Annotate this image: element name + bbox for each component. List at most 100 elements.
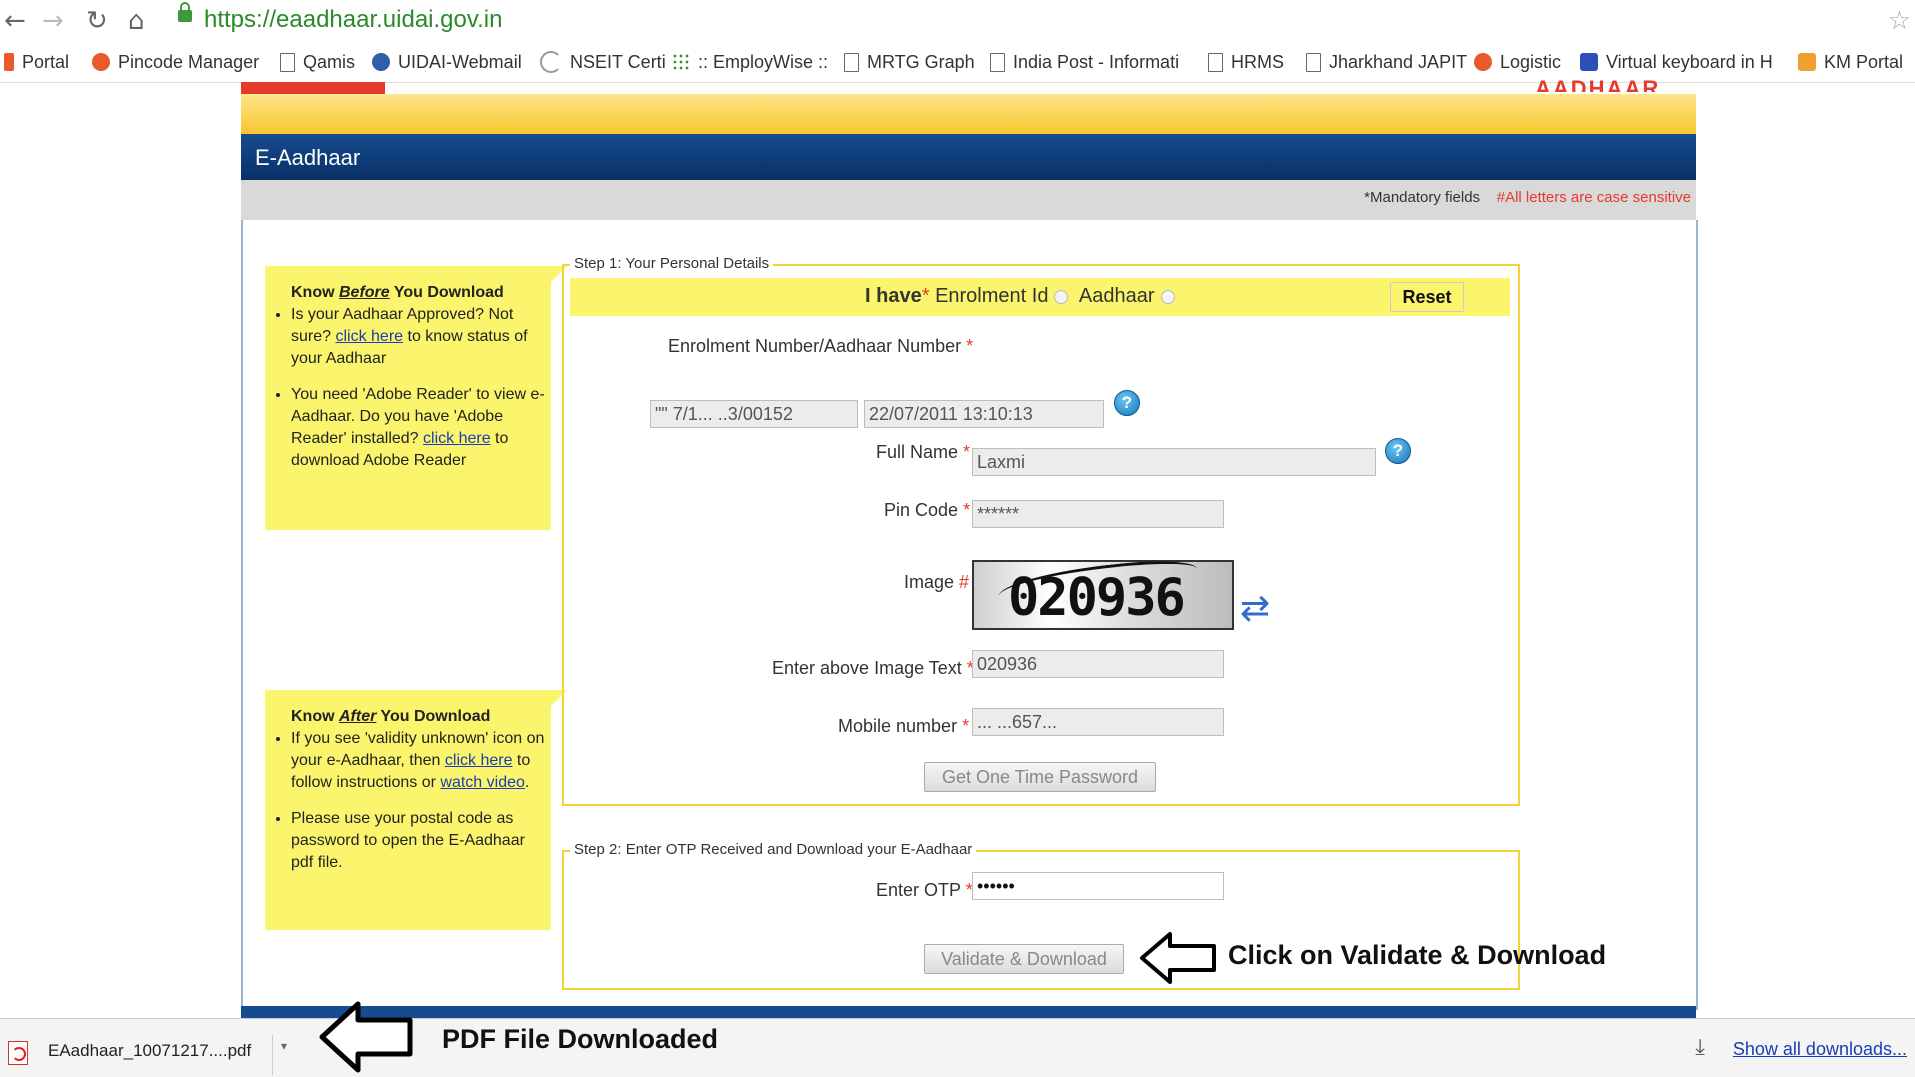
step1-legend: Step 1: Your Personal Details xyxy=(570,255,774,272)
bookmark-label: Portal xyxy=(22,51,70,72)
bookmark-km-portal[interactable]: KM Portal xyxy=(1798,50,1903,74)
orange-circle-icon xyxy=(1474,53,1492,71)
know-after-box: Know After You Download If you see 'vali… xyxy=(265,690,567,930)
dots-icon xyxy=(672,53,690,71)
mandatory-fields-text: *Mandatory fields xyxy=(1364,189,1481,206)
enrolment-datetime-input[interactable]: 22/07/2011 13:10:13 xyxy=(864,400,1104,428)
validity-instructions-link[interactable]: click here xyxy=(445,752,513,769)
bookmark-label: HRMS xyxy=(1231,51,1284,72)
validate-download-button[interactable]: Validate & Download xyxy=(924,944,1124,974)
id-type-selector: I have* Enrolment Id Aadhaar xyxy=(865,285,1181,308)
mobile-number-input[interactable]: ... ...657... xyxy=(972,708,1224,736)
blue-drop-icon xyxy=(372,53,390,71)
enrolment-id-label: Enrolment Id xyxy=(935,285,1049,307)
bookmark-label: India Post - Informati xyxy=(1013,51,1180,72)
url-field[interactable]: https://eaadhaar.uidai.gov.in xyxy=(204,6,502,34)
reset-button[interactable]: Reset xyxy=(1390,282,1464,312)
know-after-item: Please use your postal code as password … xyxy=(291,808,551,874)
enrolment-number-label: Enrolment Number/Aadhaar Number * xyxy=(668,336,974,356)
full-name-label: Full Name * xyxy=(876,442,971,462)
case-sensitive-text: #All letters are case sensitive xyxy=(1496,189,1691,206)
page-icon xyxy=(280,52,295,72)
loading-icon xyxy=(540,51,562,73)
step2-legend: Step 2: Enter OTP Received and Download … xyxy=(570,841,977,858)
mandatory-note: *Mandatory fields #All letters are case … xyxy=(1364,189,1691,206)
aadhaar-label: Aadhaar xyxy=(1078,285,1155,307)
full-name-input[interactable]: Laxmi xyxy=(972,448,1376,476)
bookmark-qamis[interactable]: Qamis xyxy=(280,50,355,74)
bookmark-label: Logistic xyxy=(1500,51,1562,72)
back-icon[interactable]: ← xyxy=(4,6,26,36)
bookmark-label: Qamis xyxy=(303,51,356,72)
arrow-left-icon xyxy=(1140,932,1216,984)
header-banner xyxy=(241,94,1696,134)
bookmark-star-icon[interactable]: ☆ xyxy=(1888,6,1911,36)
title-bar: E-Aadhaar xyxy=(241,134,1696,180)
bookmark-label: KM Portal xyxy=(1824,51,1904,72)
watch-video-link[interactable]: watch video xyxy=(440,774,525,791)
bookmark-hrms[interactable]: HRMS xyxy=(1208,50,1284,74)
know-before-item: Is your Aadhaar Approved? Not sure? clic… xyxy=(291,304,551,370)
refresh-captcha-icon[interactable]: ⇄ xyxy=(1240,588,1270,629)
lock-icon xyxy=(178,2,192,22)
portal-icon xyxy=(4,53,14,71)
get-otp-button[interactable]: Get One Time Password xyxy=(924,762,1156,792)
page-title: E-Aadhaar xyxy=(255,145,361,170)
pin-code-label: Pin Code * xyxy=(884,500,971,520)
adobe-reader-link[interactable]: click here xyxy=(423,430,491,447)
bookmark-india-post[interactable]: India Post - Informati xyxy=(990,50,1179,74)
show-all-downloads-link[interactable]: Show all downloads... xyxy=(1733,1039,1907,1060)
bookmark-uidai-webmail[interactable]: UIDAI-Webmail xyxy=(372,50,522,74)
aadhaar-radio[interactable] xyxy=(1160,289,1175,304)
enrolment-number-input[interactable]: "" 7/1... ..3/00152 xyxy=(650,400,858,428)
know-before-item: You need 'Adobe Reader' to view e-Aadhaa… xyxy=(291,384,551,472)
bookmark-jharkhand-japit[interactable]: Jharkhand JAPIT xyxy=(1306,50,1467,74)
bookmark-label: UIDAI-Webmail xyxy=(398,51,522,72)
footer-bar xyxy=(241,1006,1696,1018)
bookmark-logistic[interactable]: Logistic xyxy=(1474,50,1561,74)
i-have-label: I have xyxy=(865,285,922,307)
bookmark-employwise[interactable]: :: EmployWise :: xyxy=(672,50,828,74)
mobile-number-label: Mobile number * xyxy=(838,716,970,736)
help-icon[interactable]: ? xyxy=(1385,438,1411,464)
notice-bar: *Mandatory fields #All letters are case … xyxy=(241,180,1696,220)
forward-icon[interactable]: → xyxy=(42,6,64,36)
bookmark-mrtg-graph[interactable]: MRTG Graph xyxy=(844,50,975,74)
pdf-icon xyxy=(8,1041,28,1065)
validate-hint: Click on Validate & Download xyxy=(1228,940,1607,970)
image-text-label: Enter above Image Text * xyxy=(772,658,974,678)
bookmark-label: Virtual keyboard in H xyxy=(1606,51,1773,72)
reload-icon[interactable]: ↻ xyxy=(86,6,108,36)
download-filename: EAadhaar_10071217....pdf xyxy=(48,1041,252,1060)
bookmark-portal[interactable]: Portal xyxy=(4,50,69,74)
bookmark-virtual-keyboard[interactable]: Virtual keyboard in H xyxy=(1580,50,1773,74)
know-after-item: If you see 'validity unknown' icon on yo… xyxy=(291,728,551,794)
image-label: Image # xyxy=(904,572,970,592)
captcha-image: 020936 xyxy=(972,555,1234,630)
chevron-down-icon[interactable]: ▾ xyxy=(272,1035,299,1075)
bookmark-pincode-manager[interactable]: Pincode Manager xyxy=(92,50,259,74)
otp-input[interactable]: •••••• xyxy=(972,872,1224,900)
bookmark-label: MRTG Graph xyxy=(867,51,975,72)
know-before-box: Know Before You Download Is your Aadhaar… xyxy=(265,266,567,530)
bookmark-label: Jharkhand JAPIT xyxy=(1329,51,1468,72)
page-icon xyxy=(844,52,859,72)
page-icon xyxy=(990,52,1005,72)
aadhaar-status-link[interactable]: click here xyxy=(335,328,403,345)
know-before-heading: Know Before You Download xyxy=(291,284,504,301)
home-icon[interactable]: ⌂ xyxy=(128,6,145,36)
km-icon xyxy=(1798,53,1816,71)
help-icon[interactable]: ? xyxy=(1114,390,1140,416)
orange-circle-icon xyxy=(92,53,110,71)
pin-code-input[interactable]: ****** xyxy=(972,500,1224,528)
enrolment-id-radio[interactable] xyxy=(1054,289,1069,304)
image-text-input[interactable]: 020936 xyxy=(972,650,1224,678)
address-bar: ← → ↻ ⌂ https://eaadhaar.uidai.gov.in ☆ xyxy=(0,0,1915,42)
id-type-row: I have* Enrolment Id Aadhaar Reset xyxy=(570,278,1510,316)
aadhaar-logo: AADHAAR xyxy=(1535,76,1661,92)
otp-label: Enter OTP * xyxy=(876,880,973,900)
know-after-heading: Know After You Download xyxy=(291,708,491,725)
downloads-bar: EAadhaar_10071217....pdf ▾ ⤓ Show all do… xyxy=(0,1018,1915,1077)
bookmark-nseit-certi[interactable]: NSEIT Certi xyxy=(540,50,666,74)
page-icon xyxy=(1208,52,1223,72)
